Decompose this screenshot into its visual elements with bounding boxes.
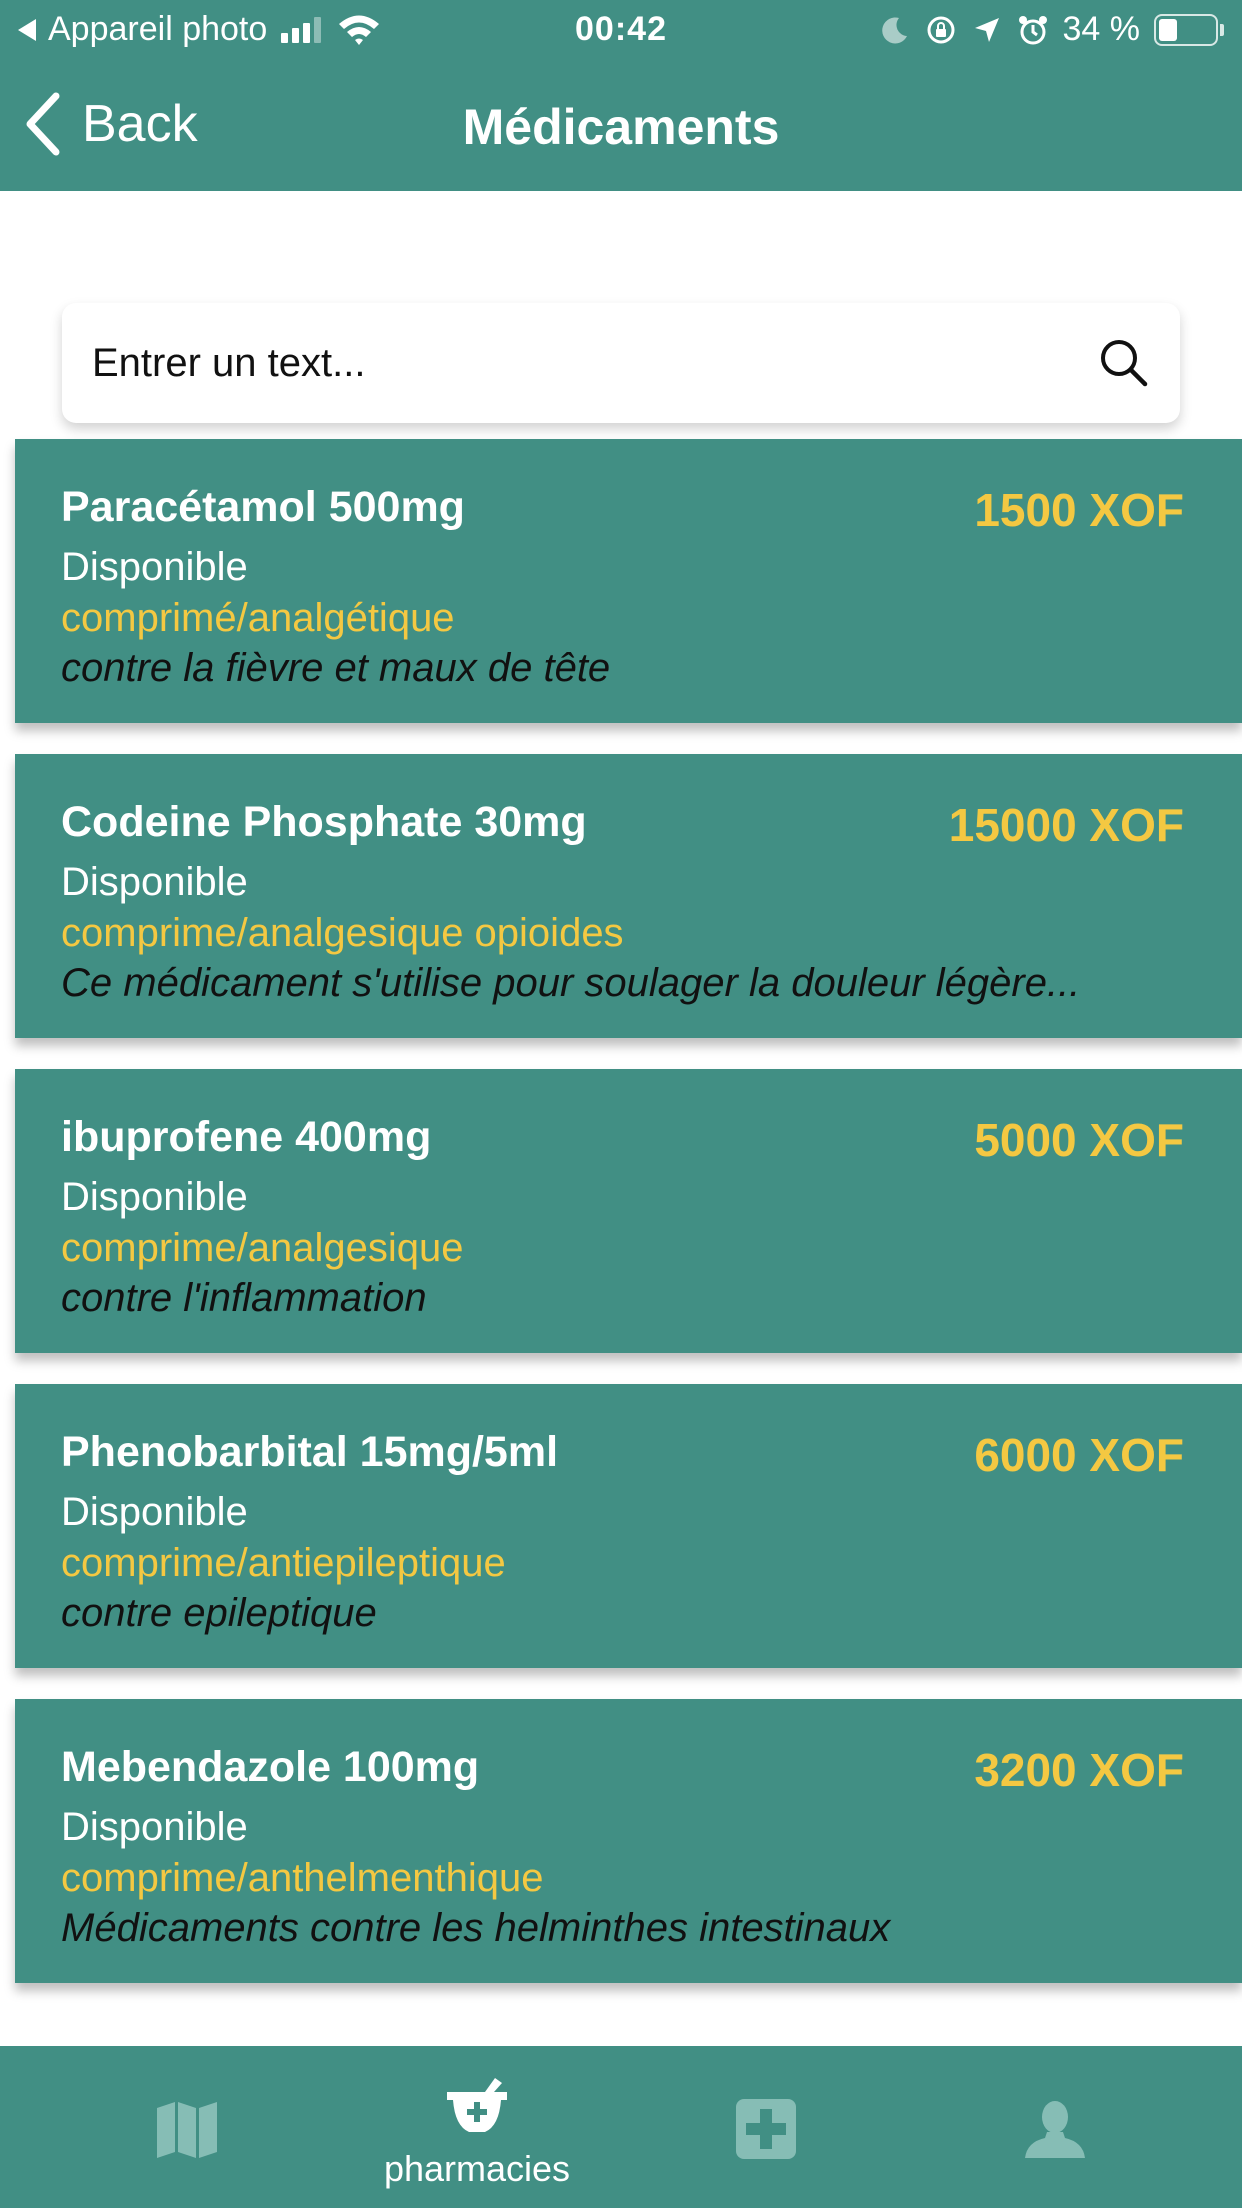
tab-pharmacies-label: pharmacies [383, 2148, 571, 2189]
search-icon[interactable] [1098, 337, 1150, 389]
map-icon [157, 2102, 217, 2158]
status-right: 34 % [879, 10, 1224, 49]
mortar-pestle-icon [447, 2078, 507, 2132]
medicament-description: Médicaments contre les helminthes intest… [61, 1906, 891, 1950]
medicament-category: comprime/analgesique opioides [61, 911, 624, 955]
medicament-availability: Disponible [61, 545, 248, 589]
tab-profile[interactable] [900, 2046, 1210, 2208]
medicament-category: comprime/analgesique [61, 1226, 464, 1270]
tab-pharmacies[interactable]: pharmacies [322, 2046, 632, 2208]
medicament-name: ibuprofene 400mg [61, 1113, 432, 1161]
battery-percentage: 34 % [1062, 10, 1141, 48]
app-header: Appareil photo 00:42 34 % Back Médicamen… [0, 0, 1242, 191]
medical-cross-icon [736, 2099, 796, 2159]
medicament-category: comprime/anthelmenthique [61, 1856, 544, 1900]
location-arrow-icon [974, 17, 999, 42]
rotation-lock-icon [927, 16, 954, 43]
medicament-category: comprime/antiepileptique [61, 1541, 506, 1585]
medicament-description: contre epileptique [61, 1591, 377, 1635]
medicament-price: 5000 XOF [974, 1114, 1184, 1166]
medicament-category: comprimé/analgétique [61, 596, 455, 640]
page-title: Médicaments [462, 99, 780, 155]
medicament-description: Ce médicament s'utilise pour soulager la… [61, 961, 1081, 1005]
tab-medical[interactable] [611, 2046, 921, 2208]
medicament-card[interactable]: ibuprofene 400mg 5000 XOF Disponible com… [15, 1069, 1242, 1353]
tab-map[interactable] [33, 2046, 343, 2208]
user-icon [1025, 2101, 1085, 2158]
tab-bar: pharmacies [0, 2046, 1242, 2208]
medicament-price: 15000 XOF [948, 799, 1184, 851]
medicament-availability: Disponible [61, 1490, 248, 1534]
medicament-price: 6000 XOF [974, 1429, 1184, 1481]
medicament-card[interactable]: Phenobarbital 15mg/5ml 6000 XOF Disponib… [15, 1384, 1242, 1668]
medicament-name: Mebendazole 100mg [61, 1743, 480, 1791]
medicament-description: contre l'inflammation [61, 1276, 427, 1320]
battery-icon [1154, 13, 1224, 46]
search-bar [62, 303, 1180, 423]
medicament-name: Codeine Phosphate 30mg [61, 798, 587, 846]
medicament-name: Phenobarbital 15mg/5ml [61, 1428, 559, 1476]
status-bar: Appareil photo 00:42 34 % [0, 0, 1242, 62]
medicament-price: 1500 XOF [974, 484, 1184, 536]
search-input[interactable] [62, 303, 1098, 423]
alarm-icon [1018, 15, 1047, 44]
battery-fill [1159, 18, 1178, 41]
moon-icon [881, 16, 907, 43]
medicament-availability: Disponible [61, 860, 248, 904]
medicament-card[interactable]: Codeine Phosphate 30mg 15000 XOF Disponi… [15, 754, 1242, 1038]
medicament-description: contre la fièvre et maux de tête [61, 646, 611, 690]
medicament-card[interactable]: Paracétamol 500mg 1500 XOF Disponible co… [15, 439, 1242, 723]
medicament-availability: Disponible [61, 1175, 248, 1219]
medicament-card[interactable]: Mebendazole 100mg 3200 XOF Disponible co… [15, 1699, 1242, 1983]
medicament-price: 3200 XOF [974, 1744, 1184, 1796]
medicament-name: Paracétamol 500mg [61, 483, 465, 531]
medicament-availability: Disponible [61, 1805, 248, 1849]
